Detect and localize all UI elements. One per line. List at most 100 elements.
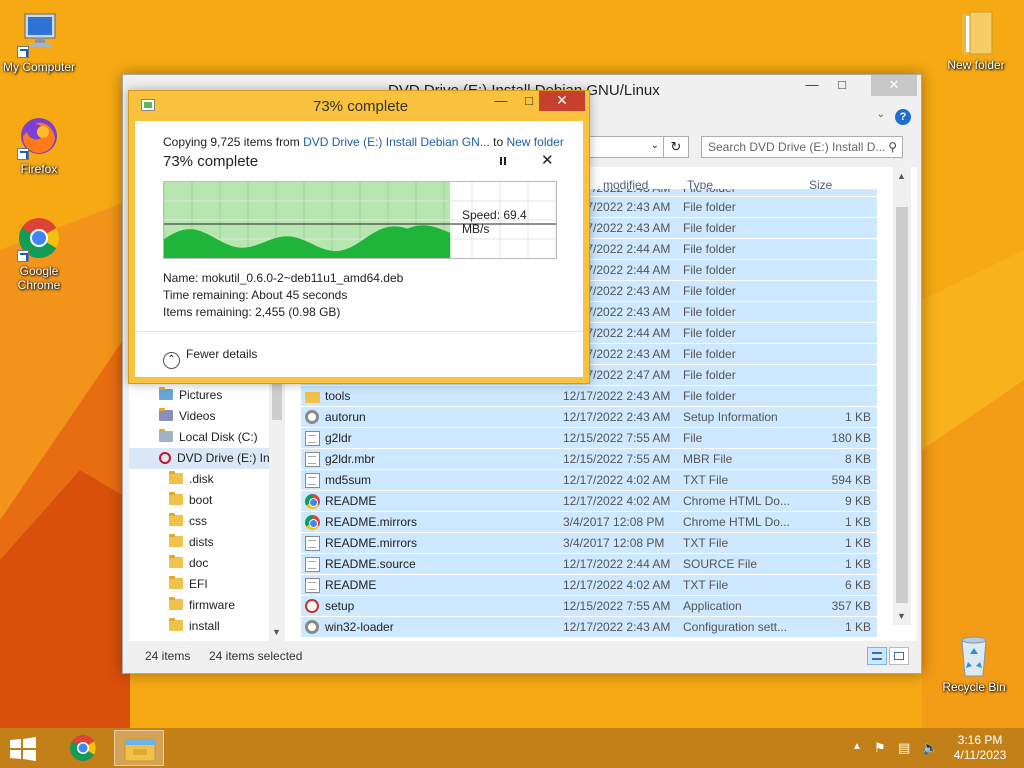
cancel-icon[interactable]: ✕ (541, 151, 554, 169)
fewer-details-button[interactable]: ⌃ Fewer details (163, 347, 257, 369)
nav-item-folder[interactable]: css (129, 511, 279, 532)
action-center-flag-icon[interactable]: ⚑ (874, 740, 886, 768)
file-date: 12/15/2022 7:55 AM (563, 599, 671, 613)
nav-item-label: EFI (189, 577, 208, 591)
document-icon (305, 557, 320, 572)
nav-item-local-disk[interactable]: Local Disk (C:) (129, 427, 279, 448)
table-row[interactable]: README.mirrors 3/4/2017 12:08 PM TXT File 1… (301, 533, 877, 554)
file-list-scrollbar[interactable]: ▲ ▼ (893, 167, 911, 625)
minimize-button[interactable]: — (487, 91, 515, 111)
nav-item-folder[interactable]: .disk (129, 469, 279, 490)
nav-item-folder[interactable]: install (129, 616, 279, 637)
start-button[interactable] (8, 736, 40, 762)
shortcut-arrow-icon (17, 250, 29, 262)
search-input[interactable]: Search DVD Drive (E:) Install D... ⚲ (701, 136, 903, 158)
ribbon-expand-icon[interactable]: ⌄ (877, 109, 885, 120)
scroll-up-icon[interactable]: ▲ (897, 171, 906, 181)
folder-icon (305, 392, 320, 403)
show-hidden-icons-icon[interactable]: ▲ (852, 741, 862, 768)
table-row[interactable]: README.source 12/17/2022 2:44 AM SOURCE Fi… (301, 554, 877, 575)
file-name: README.source (325, 557, 416, 571)
document-icon (305, 452, 320, 467)
document-icon (305, 536, 320, 551)
file-type: MBR File (683, 452, 733, 466)
destination-link[interactable]: New folder (506, 135, 563, 149)
large-icons-view-button[interactable] (889, 647, 909, 665)
settings-file-icon (305, 410, 319, 424)
nav-item-folder[interactable]: dists (129, 532, 279, 553)
file-name-row: Name: mokutil_0.6.0-2~deb11u1_amd64.deb (163, 271, 403, 285)
nav-item-dvd-drive[interactable]: DVD Drive (E:) Ins (129, 448, 279, 469)
network-icon[interactable]: ▤ (898, 740, 910, 768)
desktop-icon-label: Google Chrome (17, 264, 61, 292)
file-name: README (325, 578, 377, 592)
volume-muted-icon[interactable]: 🔈 (922, 740, 938, 768)
dialog-title-bar[interactable]: 73% complete — □ ✕ (129, 91, 589, 121)
table-row[interactable]: README 12/17/2022 4:02 AM TXT File 6 KB (301, 575, 877, 596)
table-row[interactable]: win32-loader 12/17/2022 2:43 AM Configurat… (301, 617, 877, 638)
scroll-down-icon[interactable]: ▼ (272, 627, 281, 637)
scroll-down-icon[interactable]: ▼ (897, 611, 906, 621)
nav-item-folder[interactable]: EFI (129, 574, 279, 595)
table-row[interactable]: g2ldr.mbr 12/15/2022 7:55 AM MBR File 8 KB (301, 449, 877, 470)
taskbar-explorer-button[interactable] (114, 730, 164, 766)
address-bar[interactable]: ⌄ (589, 136, 663, 158)
table-row[interactable]: g2ldr 12/15/2022 7:55 AM File 180 KB (301, 428, 877, 449)
desktop-icon-new-folder[interactable]: New folder (934, 8, 1018, 72)
file-type: File folder (683, 326, 736, 340)
nav-item-folder[interactable]: doc (129, 553, 279, 574)
desktop-icon-firefox[interactable]: Firefox (0, 112, 81, 176)
table-row[interactable]: setup 12/15/2022 7:55 AM Application 357 KB (301, 596, 877, 617)
dialog-body: Copying 9,725 items from DVD Drive (E:) … (135, 121, 583, 377)
nav-item-pictures[interactable]: Pictures (129, 385, 279, 406)
desktop-icon-label: My Computer (2, 60, 76, 74)
table-row[interactable]: autorun 12/17/2022 2:43 AM Setup Informati… (301, 407, 877, 428)
table-row[interactable]: README 12/17/2022 4:02 AM Chrome HTML Do..… (301, 491, 877, 512)
item-count: 24 items (145, 649, 191, 663)
taskbar-chrome-button[interactable] (58, 730, 108, 766)
help-icon[interactable]: ? (895, 109, 911, 125)
desktop-icon-label: Recycle Bin (942, 680, 1006, 694)
nav-item-label: Pictures (179, 388, 223, 402)
nav-item-folder[interactable]: firmware (129, 595, 279, 616)
maximize-button[interactable]: □ (827, 75, 857, 96)
desktop-icon-recycle-bin[interactable]: Recycle Bin (932, 630, 1016, 694)
chevron-down-icon[interactable]: ⌄ (651, 140, 659, 151)
nav-item-label: css (189, 514, 207, 528)
close-button[interactable]: ✕ (871, 75, 917, 96)
table-row[interactable]: md5sum 12/17/2022 4:02 AM TXT File 594 KB (301, 470, 877, 491)
file-size: 1 KB (844, 410, 871, 424)
file-date: 12/17/2022 4:02 AM (563, 473, 671, 487)
table-row[interactable]: README.mirrors 3/4/2017 12:08 PM Chrome HT… (301, 512, 877, 533)
source-link[interactable]: DVD Drive (E:) Install Debian GN... (303, 135, 490, 149)
speed-label: Speed: 69.4 MB/s (462, 208, 527, 236)
refresh-button[interactable]: ↻ (663, 136, 689, 158)
close-button[interactable]: ✕ (539, 91, 585, 111)
details-view-button[interactable] (867, 647, 887, 665)
file-name: setup (325, 599, 355, 613)
desktop-icon-my-computer[interactable]: My Computer (0, 10, 81, 74)
folder-icon (952, 8, 1000, 56)
details-view-icon (872, 652, 882, 660)
file-name: g2ldr.mbr (325, 452, 376, 466)
file-size: 1 KB (844, 536, 871, 550)
transfer-speed-graph: Speed: 69.4 MB/s (163, 181, 557, 259)
setup-icon (305, 599, 319, 613)
file-type: TXT File (683, 473, 729, 487)
nav-item-folder[interactable]: boot (129, 490, 279, 511)
file-type: File (683, 431, 703, 445)
file-list-scroll-thumb[interactable] (896, 207, 908, 603)
desktop-icon-google-chrome[interactable]: Google Chrome (0, 214, 81, 292)
status-bar: 24 items 24 items selected (129, 643, 917, 669)
nav-item-label: Local Disk (C:) (179, 430, 258, 444)
taskbar-clock[interactable]: 3:16 PM 4/11/2023 (948, 733, 1012, 763)
copy-progress-dialog[interactable]: 73% complete — □ ✕ Copying 9,725 items f… (128, 90, 590, 384)
chrome-icon (15, 214, 63, 262)
nav-item-videos[interactable]: Videos (129, 406, 279, 427)
table-row[interactable]: tools 12/17/2022 2:43 AM File folder (301, 386, 877, 407)
pause-icon[interactable] (497, 155, 509, 167)
file-type: File folder (683, 221, 736, 235)
desktop-icon-label: Firefox (20, 162, 58, 176)
search-icon[interactable]: ⚲ (888, 140, 897, 154)
minimize-button[interactable]: — (797, 75, 827, 96)
